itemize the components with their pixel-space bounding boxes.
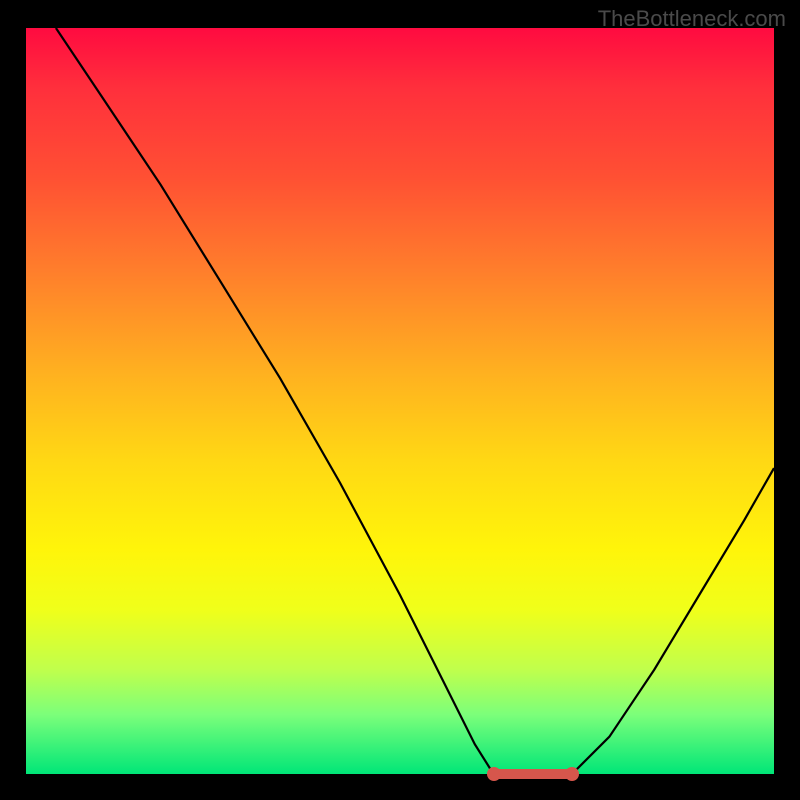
trough-marker-0: [487, 767, 501, 781]
watermark-text: TheBottleneck.com: [598, 6, 786, 32]
bottleneck-curve: [56, 28, 774, 774]
chart-plot-area: [26, 28, 774, 774]
trough-highlight: [491, 769, 576, 779]
chart-curve-svg: [26, 28, 774, 774]
trough-marker-1: [565, 767, 579, 781]
